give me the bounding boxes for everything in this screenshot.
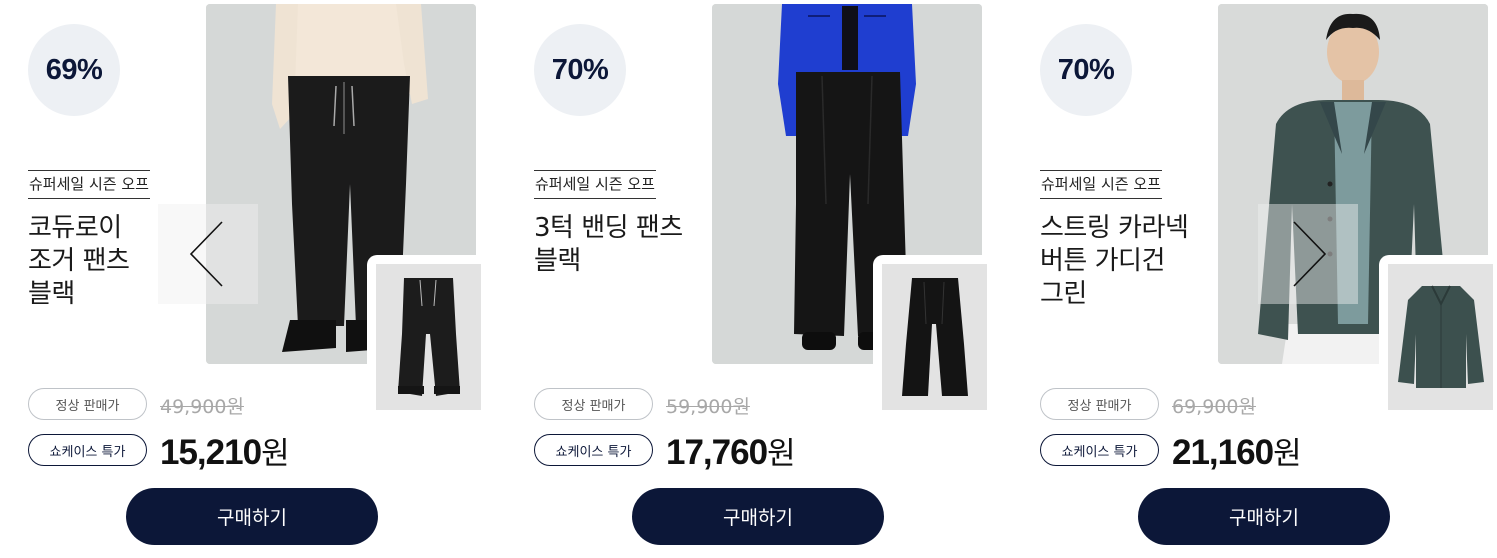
carousel-next-button[interactable]	[1258, 204, 1358, 304]
sale-price-number: 17,760	[666, 433, 768, 472]
sale-price-number: 15,210	[160, 433, 262, 472]
chevron-left-icon	[189, 221, 223, 287]
sale-price: 21,160원	[1172, 428, 1302, 473]
regular-price-label: 정상 판매가	[1040, 388, 1159, 420]
currency-label: 원	[1273, 436, 1302, 472]
discount-badge: 69%	[28, 24, 120, 116]
product-thumbnail[interactable]	[367, 255, 486, 413]
currency-label: 원	[261, 436, 290, 472]
regular-price-label: 정상 판매가	[534, 388, 653, 420]
season-tag: 슈퍼세일 시즌 오프	[534, 170, 656, 199]
discount-badge: 70%	[534, 24, 626, 116]
original-price: 69,900원	[1172, 396, 1256, 418]
product-name[interactable]: 스트링 카라넥 버튼 가디건 그린	[1040, 212, 1215, 311]
sale-price: 17,760원	[666, 428, 796, 473]
regular-price-label: 정상 판매가	[28, 388, 147, 420]
discount-rate: 70%	[551, 53, 609, 86]
special-price-label: 쇼케이스 특가	[1040, 434, 1159, 466]
product-card: 70% 슈퍼세일 시즌 오프 3턱 밴딩 팬츠 블랙 정상 판매가 59,900…	[506, 0, 992, 558]
discount-rate: 69%	[45, 53, 103, 86]
product-name[interactable]: 3턱 밴딩 팬츠 블랙	[534, 212, 709, 278]
season-tag: 슈퍼세일 시즌 오프	[1040, 170, 1162, 199]
sale-price: 15,210원	[160, 428, 290, 473]
special-price-label: 쇼케이스 특가	[534, 434, 653, 466]
chevron-right-icon	[1293, 221, 1327, 287]
original-price: 49,900원	[160, 396, 244, 418]
discount-rate: 70%	[1057, 53, 1115, 86]
sale-price-number: 21,160	[1172, 433, 1274, 472]
product-card: 69% 슈퍼세일 시즌 오프 코듀로이 조거 팬츠 블랙 정상 판매가 49,9…	[0, 0, 486, 558]
currency-label: 원	[767, 436, 796, 472]
original-price: 59,900원	[666, 396, 750, 418]
buy-button[interactable]: 구매하기	[126, 488, 378, 545]
carousel-prev-button[interactable]	[158, 204, 258, 304]
buy-button[interactable]: 구매하기	[632, 488, 884, 545]
product-thumbnail[interactable]	[1379, 255, 1497, 413]
buy-button[interactable]: 구매하기	[1138, 488, 1390, 545]
discount-badge: 70%	[1040, 24, 1132, 116]
product-thumbnail[interactable]	[873, 255, 992, 413]
season-tag: 슈퍼세일 시즌 오프	[28, 170, 150, 199]
product-card: 70% 슈퍼세일 시즌 오프 스트링 카라넥 버튼 가디건 그린 정상 판매가 …	[1012, 0, 1497, 558]
special-price-label: 쇼케이스 특가	[28, 434, 147, 466]
